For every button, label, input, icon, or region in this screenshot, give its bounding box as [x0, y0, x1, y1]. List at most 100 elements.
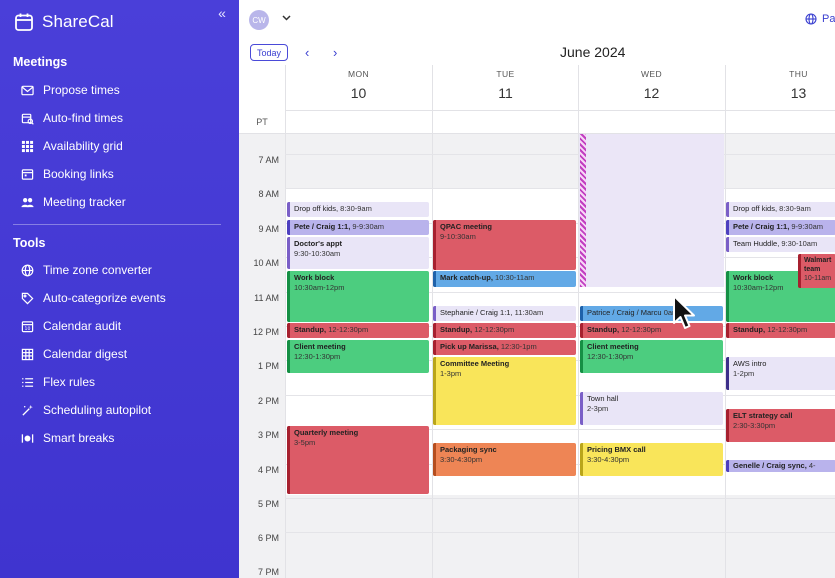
nav-scheduling-autopilot[interactable]: Scheduling autopilot	[21, 400, 151, 420]
event-team-huddle[interactable]: Team Huddle, 9:30-10am	[726, 237, 835, 252]
day-number: 13	[790, 85, 807, 101]
event-title: Pete / Craig 1:1,	[733, 222, 790, 231]
hour-line	[285, 532, 835, 533]
nav-smart-breaks[interactable]: Smart breaks	[21, 428, 114, 448]
nav-label: Smart breaks	[43, 431, 115, 445]
event-packaging-sync[interactable]: Packaging sync 3:30-4:30pm	[433, 443, 576, 476]
nav-auto-find-times[interactable]: Auto-find times	[21, 108, 123, 128]
nav-flex-rules[interactable]: Flex rules	[21, 372, 95, 392]
event-title: Pricing BMX call	[587, 445, 646, 454]
event-work-block[interactable]: Work block 10:30am-12pm	[287, 271, 429, 322]
day-header-thu[interactable]: THU 13	[725, 65, 835, 111]
nav-label: Auto-find times	[43, 111, 124, 125]
day-header-tue[interactable]: TUE 11	[432, 65, 578, 111]
next-week-icon[interactable]: ›	[333, 45, 337, 60]
event-time: 11:30am	[514, 308, 544, 317]
calendar-search-icon	[21, 113, 34, 125]
event-town-hall[interactable]: Town hall 2-3pm	[580, 392, 723, 425]
tag-icon	[21, 292, 34, 304]
event-title: Standup,	[294, 325, 327, 334]
event-pick-up-marissa[interactable]: Pick up Marissa, 12:30-1pm	[433, 340, 576, 355]
nav-label: Propose times	[43, 83, 120, 97]
nav-meeting-tracker[interactable]: Meeting tracker	[21, 192, 126, 212]
event-time: 9-9:30am	[791, 222, 824, 231]
event-stephanie-craig[interactable]: Stephanie / Craig 1:1, 11:30am	[433, 306, 576, 321]
event-doctors-appt[interactable]: Doctor's appt 9:30-10:30am	[287, 237, 429, 269]
day-name: THU	[789, 69, 808, 79]
col-divider	[285, 110, 286, 578]
chevron-down-icon[interactable]	[282, 13, 291, 24]
nav-auto-categorize-events[interactable]: Auto-categorize events	[21, 288, 166, 308]
collapse-sidebar-icon[interactable]: «	[215, 5, 229, 21]
hour-label: 6 PM	[257, 533, 279, 543]
focus-block[interactable]	[579, 134, 724, 287]
event-time: 8:30-9am	[779, 204, 811, 213]
event-standup[interactable]: Standup, 12-12:30pm	[726, 323, 835, 338]
event-time: 9-10:30am	[440, 232, 476, 241]
event-pricing-bmx-call[interactable]: Pricing BMX call 3:30-4:30pm	[580, 443, 723, 476]
brand[interactable]: ShareCal	[14, 10, 114, 34]
event-drop-off-kids[interactable]: Drop off kids, 8:30-9am	[726, 202, 835, 217]
event-title-cont: team	[804, 266, 821, 273]
event-title: Work block	[294, 273, 335, 282]
event-walmart-team[interactable]: Walmart team 10-11am	[798, 254, 835, 288]
people-icon	[21, 197, 34, 207]
nav-time-zone-converter[interactable]: Time zone converter	[21, 260, 152, 280]
hour-label: 11 AM	[254, 293, 279, 303]
nav-availability-grid[interactable]: Availability grid	[21, 136, 123, 156]
day-name: WED	[640, 69, 663, 79]
event-qpac-meeting[interactable]: QPAC meeting 9-10:30am	[433, 220, 576, 270]
off-hours-evening	[239, 495, 835, 578]
event-committee-meeting[interactable]: Committee Meeting 1-3pm	[433, 357, 576, 425]
day-header-mon[interactable]: MON 10	[285, 65, 431, 111]
event-time: 9-9:30am	[352, 222, 385, 231]
nav-label: Scheduling autopilot	[43, 403, 152, 417]
user-avatar[interactable]: CW	[249, 10, 269, 30]
mail-icon	[21, 85, 34, 95]
hour-label: 12 PM	[252, 327, 279, 337]
event-drop-off-kids[interactable]: Drop off kids, 8:30-9am	[287, 202, 429, 217]
day-header-wed[interactable]: WED 12	[578, 65, 724, 111]
event-title: Town hall	[587, 394, 619, 403]
globe-icon[interactable]	[805, 13, 817, 25]
event-patrice-craig-marcus[interactable]: Patrice / Craig / Marcu 0am	[580, 306, 723, 321]
event-time: 12-12:30pm	[767, 325, 808, 334]
event-time: 3:30-4:30pm	[587, 455, 630, 464]
event-elt-strategy-call[interactable]: ELT strategy call 2:30-3:30pm	[726, 409, 835, 442]
day-number: 11	[498, 85, 513, 101]
event-quarterly-meeting[interactable]: Quarterly meeting 3-5pm	[287, 426, 429, 494]
nav-propose-times[interactable]: Propose times	[21, 80, 120, 100]
list-icon	[22, 377, 34, 387]
event-client-meeting[interactable]: Client meeting 12:30-1:30pm	[580, 340, 723, 373]
event-genelle-craig-sync[interactable]: Genelle / Craig sync, 4-4:20p	[726, 460, 835, 472]
nav-calendar-digest[interactable]: Calendar digest	[21, 344, 127, 364]
hour-label: 7 PM	[257, 567, 279, 577]
hour-line	[285, 188, 835, 189]
event-standup[interactable]: Standup, 12-12:30pm	[287, 323, 429, 338]
nav-booking-links[interactable]: Booking links	[21, 164, 114, 184]
event-time: 10:30am-12pm	[294, 283, 345, 292]
language-label[interactable]: Pa	[822, 13, 835, 25]
nav-label: Time zone converter	[43, 263, 152, 277]
event-standup[interactable]: Standup, 12-12:30pm	[580, 323, 723, 338]
meetings-section-title: Meetings	[13, 55, 68, 69]
mouse-cursor-icon	[673, 295, 695, 329]
event-title: Standup,	[733, 325, 766, 334]
prev-week-icon[interactable]: ‹	[305, 45, 309, 60]
event-standup[interactable]: Standup, 12-12:30pm	[433, 323, 576, 338]
event-title: Client meeting	[587, 342, 639, 351]
nav-label: Availability grid	[43, 139, 123, 153]
event-aws-intro[interactable]: AWS intro 1-2pm	[726, 357, 835, 390]
grid-icon	[21, 140, 34, 152]
event-title: Walmart	[804, 257, 832, 264]
svg-text:10: 10	[25, 326, 31, 332]
today-button[interactable]: Today	[250, 44, 288, 61]
time-gutter	[239, 188, 285, 495]
nav-calendar-audit[interactable]: 10 Calendar audit	[21, 316, 121, 336]
event-pete-craig[interactable]: Pete / Craig 1:1, 9-9:30am	[287, 220, 429, 235]
event-mark-catch-up[interactable]: Mark catch-up, 10:30-11am	[433, 271, 576, 287]
event-pete-craig[interactable]: Pete / Craig 1:1, 9-9:30am	[726, 220, 835, 235]
event-time: 3-5pm	[294, 438, 316, 447]
event-client-meeting[interactable]: Client meeting 12:30-1:30pm	[287, 340, 429, 373]
col-divider	[725, 110, 726, 578]
